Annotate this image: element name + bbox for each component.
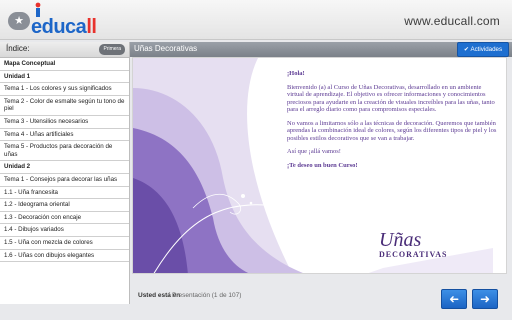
toc-item[interactable]: 1.2 - Ideograma oriental (0, 199, 129, 212)
paragraph-goals: No vamos a limitarnos sólo a las técnica… (287, 119, 497, 142)
toc-item[interactable]: 1.1 - Uña francesita (0, 187, 129, 200)
site-url: www.educall.com (404, 14, 500, 28)
closing-line: ¡Te deseo un buen Curso! (287, 161, 358, 169)
lesson-text: ¡Hola! Bienvenido (a) al Curso de Uñas D… (287, 70, 497, 175)
app-header: ★ educall www.educall.com (0, 0, 512, 40)
toc-item[interactable]: 1.4 - Dibujos variados (0, 224, 129, 237)
toc-item[interactable]: Tema 1 - Consejos para decorar las uñas (0, 174, 129, 187)
toc-unit[interactable]: Unidad 2 (0, 161, 129, 174)
toc-item[interactable]: Tema 5 - Productos para decoración de uñ… (0, 141, 129, 162)
toc-item[interactable]: 1.6 - Uñas con dibujos elegantes (0, 250, 129, 263)
check-icon: ✔ (463, 46, 470, 53)
lesson-content: ¡Hola! Bienvenido (a) al Curso de Uñas D… (132, 57, 507, 274)
educall-logo[interactable]: educall (31, 2, 111, 38)
sidebar-index: Índice: Primera Mapa Conceptual Unidad 1… (0, 42, 130, 304)
greeting: ¡Hola! (287, 70, 305, 77)
toc-list: Mapa Conceptual Unidad 1 Tema 1 - Los co… (0, 58, 129, 263)
topic-title-bar: Uñas Decorativas ✔ Actividades (130, 42, 512, 57)
location-value: Presentación (1 de 107) (172, 292, 242, 299)
arrow-right-icon: ➜ (479, 292, 491, 306)
lesson-footer: Usted está en Presentación (1 de 107) ➜ … (130, 278, 512, 309)
brand-line-2: DECORATIVAS (379, 250, 448, 259)
paragraph-go: Así que ¡allá vamos! (287, 148, 341, 155)
toc-item[interactable]: Tema 1 - Los colores y sus significados (0, 83, 129, 96)
topic-title: Uñas Decorativas (134, 44, 198, 53)
next-button[interactable]: ➜ (472, 289, 498, 309)
activities-button[interactable]: ✔ Actividades (457, 42, 509, 57)
toc-item[interactable]: 1.5 - Uña con mezcla de colores (0, 237, 129, 250)
previous-button[interactable]: ➜ (441, 289, 467, 309)
course-brand: Uñas DECORATIVAS (379, 229, 448, 259)
first-page-button[interactable]: Primera (99, 44, 125, 55)
brand-line-1: Uñas (379, 229, 422, 251)
index-title: Índice: (6, 44, 30, 53)
toc-item[interactable]: Tema 4 - Uñas artificiales (0, 129, 129, 142)
paragraph-intro: Bienvenido (a) al Curso de Uñas Decorati… (287, 83, 495, 114)
index-header: Índice: Primera (0, 42, 129, 58)
star-icon[interactable]: ★ (8, 12, 30, 30)
toc-item[interactable]: 1.3 - Decoración con encaje (0, 212, 129, 225)
toc-unit[interactable]: Unidad 1 (0, 71, 129, 84)
activities-label: Actividades (470, 46, 503, 53)
logo-text: educall (31, 16, 97, 38)
arrow-left-icon: ➜ (448, 292, 460, 306)
toc-item[interactable]: Tema 2 - Color de esmalte según tu tono … (0, 96, 129, 116)
toc-item[interactable]: Tema 3 - Utensilios necesarios (0, 116, 129, 129)
toc-item[interactable]: Mapa Conceptual (0, 58, 129, 71)
